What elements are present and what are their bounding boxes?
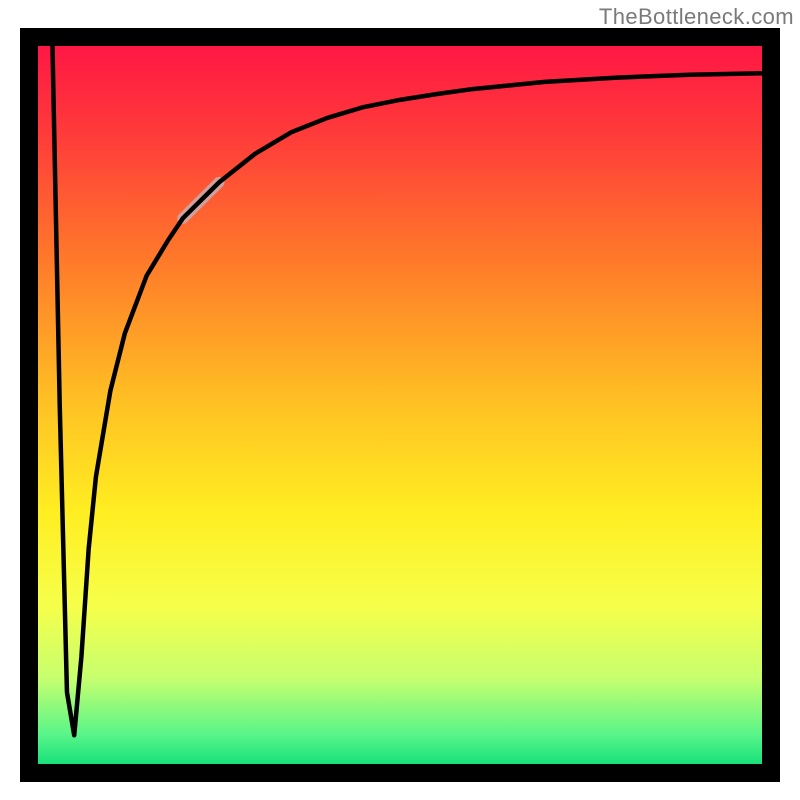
chart-stage: TheBottleneck.com — [0, 0, 800, 800]
bottleneck-chart — [0, 0, 800, 800]
plot-background-gradient — [38, 46, 762, 764]
